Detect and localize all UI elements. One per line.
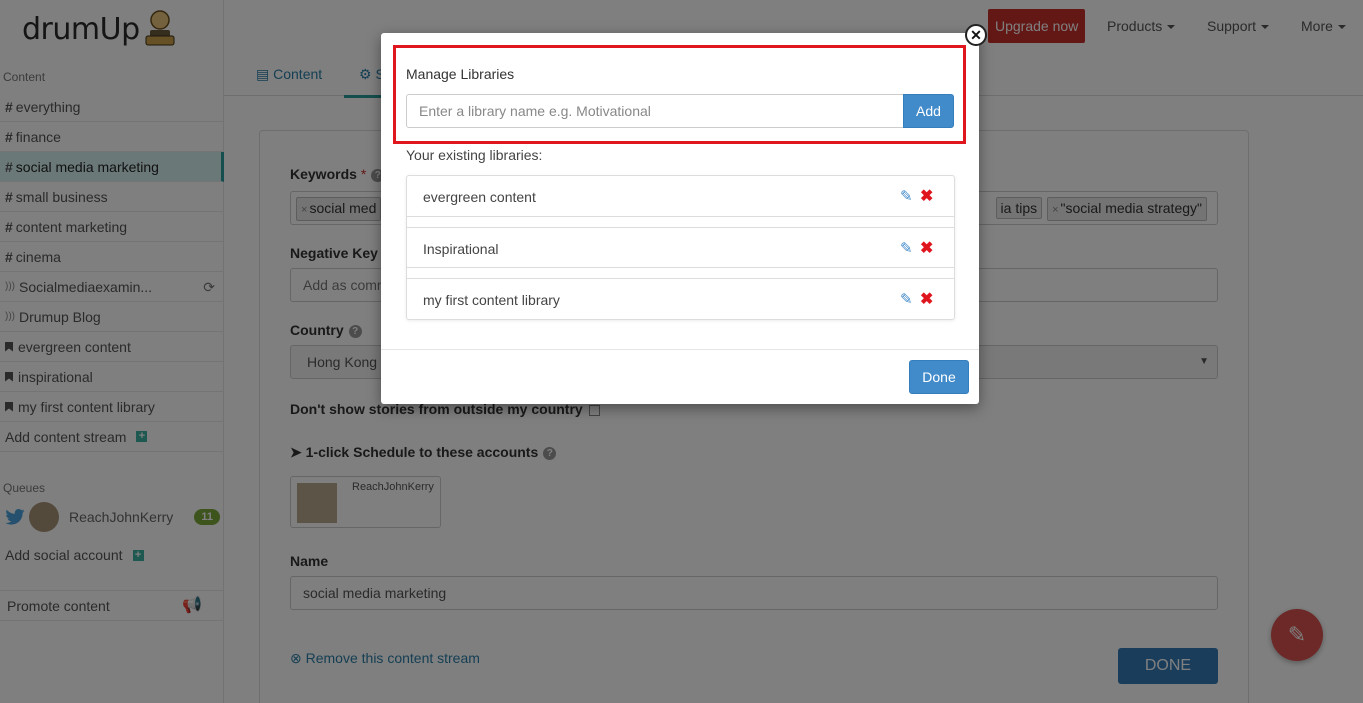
library-name: my first content library <box>423 292 560 308</box>
add-library-button[interactable]: Add <box>903 94 954 128</box>
modal-title: Manage Libraries <box>406 66 515 82</box>
library-row: my first content library ✎ ✖ <box>407 278 954 319</box>
library-name: Inspirational <box>423 241 499 257</box>
delete-icon[interactable]: ✖ <box>920 238 933 258</box>
edit-icon[interactable]: ✎ <box>900 239 913 257</box>
library-list: evergreen content ✎ ✖ Inspirational ✎ ✖ … <box>406 175 955 320</box>
delete-icon[interactable]: ✖ <box>920 289 933 309</box>
delete-icon[interactable]: ✖ <box>920 186 933 206</box>
edit-icon[interactable]: ✎ <box>900 290 913 308</box>
modal-footer-divider <box>381 349 979 350</box>
library-row: Inspirational ✎ ✖ <box>407 227 954 268</box>
library-row: evergreen content ✎ ✖ <box>407 176 954 217</box>
library-name: evergreen content <box>423 189 536 205</box>
library-name-input[interactable] <box>406 94 904 128</box>
close-icon[interactable]: ✕ <box>965 24 987 46</box>
existing-libraries-label: Your existing libraries: <box>406 147 543 163</box>
modal-done-button[interactable]: Done <box>909 360 969 394</box>
edit-icon[interactable]: ✎ <box>900 187 913 205</box>
